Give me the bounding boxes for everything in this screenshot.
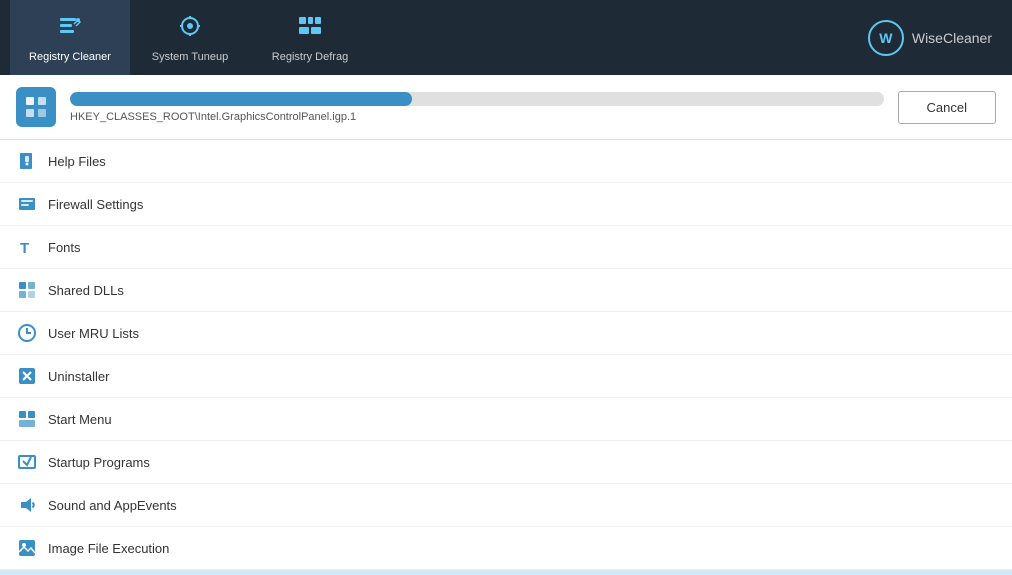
list-item-fonts[interactable]: T Fonts — [0, 226, 1012, 269]
nav-registry-cleaner[interactable]: Registry Cleaner — [10, 0, 130, 75]
list-item-user-mru-lists[interactable]: User MRU Lists — [0, 312, 1012, 355]
list-item-uninstaller[interactable]: Uninstaller — [0, 355, 1012, 398]
list-item-startup-programs[interactable]: Startup Programs — [0, 441, 1012, 484]
list-item-help-files[interactable]: Help Files — [0, 140, 1012, 183]
cancel-button[interactable]: Cancel — [898, 91, 996, 124]
help-files-icon — [16, 150, 38, 172]
nav-system-tuneup-label: System Tuneup — [152, 51, 228, 63]
list-item-label-start-menu: Start Menu — [48, 412, 112, 427]
list-item-label-image-file-execution: Image File Execution — [48, 541, 169, 556]
list-item-label-user-mru-lists: User MRU Lists — [48, 326, 139, 341]
brand-area: W WiseCleaner — [868, 20, 992, 56]
sound-and-appevents-icon — [16, 494, 38, 516]
list-item-label-uninstaller: Uninstaller — [48, 369, 109, 384]
progress-icon — [16, 87, 56, 127]
list-item-application-settings[interactable]: Application Settings — [0, 570, 1012, 575]
progress-path-text: HKEY_CLASSES_ROOT\Intel.GraphicsControlP… — [70, 111, 884, 123]
progress-content: HKEY_CLASSES_ROOT\Intel.GraphicsControlP… — [70, 92, 884, 123]
startup-programs-icon — [16, 451, 38, 473]
list-item-label-shared-dlls: Shared DLLs — [48, 283, 124, 298]
list-item-label-firewall-settings: Firewall Settings — [48, 197, 143, 212]
list-item-firewall-settings[interactable]: Firewall Settings — [0, 183, 1012, 226]
image-file-execution-icon — [16, 537, 38, 559]
main-list: Help Files Firewall Settings T Fonts Shared … — [0, 140, 1012, 575]
nav-registry-cleaner-label: Registry Cleaner — [29, 51, 111, 63]
list-item-image-file-execution[interactable]: Image File Execution — [0, 527, 1012, 570]
progress-bar-fill — [70, 92, 412, 106]
firewall-settings-icon — [16, 193, 38, 215]
nav-registry-defrag[interactable]: Registry Defrag — [250, 0, 370, 75]
toolbar: Registry Cleaner System Tuneup — [0, 0, 1012, 75]
system-tuneup-icon — [176, 12, 204, 47]
progress-area: HKEY_CLASSES_ROOT\Intel.GraphicsControlP… — [0, 75, 1012, 140]
brand-logo: W — [868, 20, 904, 56]
uninstaller-icon — [16, 365, 38, 387]
list-item-shared-dlls[interactable]: Shared DLLs — [0, 269, 1012, 312]
nav-system-tuneup[interactable]: System Tuneup — [130, 0, 250, 75]
shared-dlls-icon — [16, 279, 38, 301]
list-item-label-fonts: Fonts — [48, 240, 81, 255]
fonts-icon: T — [16, 236, 38, 258]
registry-cleaner-icon — [56, 12, 84, 47]
list-item-label-startup-programs: Startup Programs — [48, 455, 150, 470]
list-item-label-sound-and-appevents: Sound and AppEvents — [48, 498, 177, 513]
start-menu-icon — [16, 408, 38, 430]
user-mru-lists-icon — [16, 322, 38, 344]
brand-name: WiseCleaner — [912, 30, 992, 46]
progress-bar-track — [70, 92, 884, 106]
registry-defrag-icon — [296, 12, 324, 47]
list-item-start-menu[interactable]: Start Menu — [0, 398, 1012, 441]
list-item-label-help-files: Help Files — [48, 154, 106, 169]
nav-registry-defrag-label: Registry Defrag — [272, 51, 348, 63]
svg-text:T: T — [20, 240, 29, 256]
list-item-sound-and-appevents[interactable]: Sound and AppEvents — [0, 484, 1012, 527]
